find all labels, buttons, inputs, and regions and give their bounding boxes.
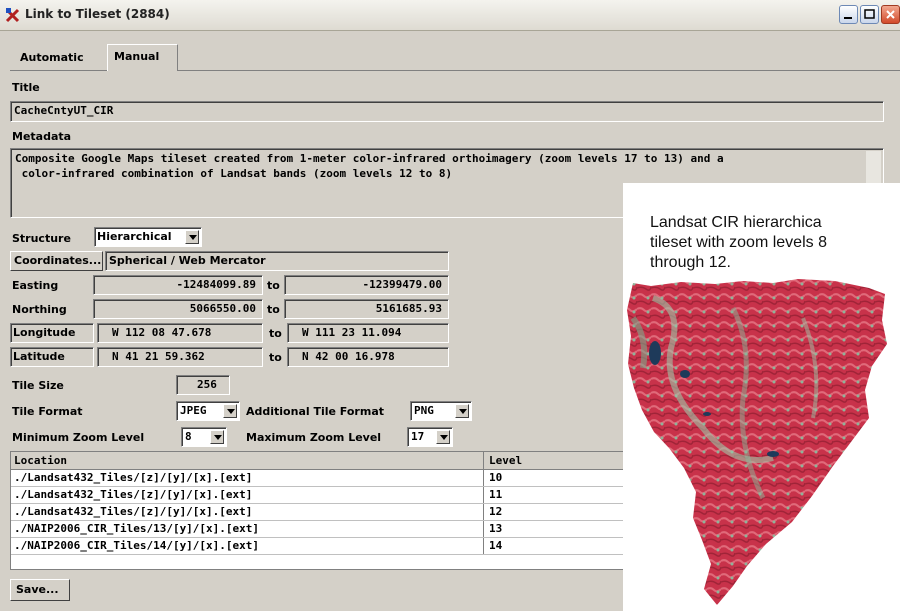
min-zoom-dropdown[interactable]: 8 [181, 427, 227, 447]
column-header-level[interactable]: Level [489, 454, 522, 467]
chevron-down-icon [185, 230, 199, 244]
level-cell: 13 [489, 522, 503, 535]
additional-tile-format-value: PNG [414, 404, 434, 417]
location-cell: ./Landsat432_Tiles/[z]/[y]/[x].[ext] [14, 488, 253, 501]
northing-to-input[interactable]: 5161685.93 [284, 299, 449, 319]
title-label: Title [12, 81, 40, 94]
title-bar[interactable]: Link to Tileset (2884) [0, 0, 900, 31]
max-zoom-dropdown[interactable]: 17 [407, 427, 453, 447]
coordinates-button-label: Coordinates... [14, 254, 102, 267]
location-cell: ./Landsat432_Tiles/[z]/[y]/[x].[ext] [14, 471, 253, 484]
latitude-label: Latitude [13, 350, 65, 363]
latitude-from-value: N 41 21 59.362 [112, 350, 205, 363]
tile-size-input[interactable]: 256 [176, 375, 230, 395]
maximize-icon [864, 9, 875, 19]
structure-value: Hierarchical [97, 230, 172, 243]
longitude-to-label: to [269, 327, 282, 340]
chevron-down-icon [436, 430, 450, 444]
easting-from-value: -12484099.89 [176, 278, 256, 291]
additional-tile-format-dropdown[interactable]: PNG [410, 401, 472, 421]
longitude-label: Longitude [13, 326, 76, 339]
max-zoom-value: 17 [411, 430, 425, 443]
latitude-from-field: N 41 21 59.362 [97, 347, 263, 367]
easting-to-value: -12399479.00 [362, 278, 442, 291]
tile-size-label: Tile Size [12, 379, 64, 392]
latitude-to-label: to [269, 351, 282, 364]
longitude-from-field: W 112 08 47.678 [97, 323, 263, 343]
coordinates-field: Spherical / Web Mercator [105, 251, 449, 271]
save-button-label: Save... [16, 583, 59, 596]
tile-format-value: JPEG [180, 404, 207, 417]
close-button[interactable] [881, 5, 900, 24]
northing-from-input[interactable]: 5066550.00 [93, 299, 263, 319]
coordinates-value: Spherical / Web Mercator [109, 254, 266, 267]
minimize-button[interactable] [839, 5, 858, 24]
chevron-down-icon [455, 404, 469, 418]
location-cell: ./NAIP2006_CIR_Tiles/13/[y]/[x].[ext] [14, 522, 260, 535]
latitude-to-value: N 42 00 16.978 [302, 350, 395, 363]
save-button[interactable]: Save... [10, 579, 70, 601]
chevron-down-icon [210, 430, 224, 444]
annotation-text: Landsat CIR hierarchica tileset with zoo… [650, 214, 827, 271]
longitude-to-value: W 111 23 11.094 [302, 326, 402, 339]
app-icon [5, 8, 20, 23]
title-input-value: CacheCntyUT_CIR [14, 104, 114, 117]
latitude-label-box: Latitude [10, 347, 94, 367]
longitude-to-field: W 111 23 11.094 [287, 323, 449, 343]
column-divider [483, 452, 484, 469]
longitude-from-value: W 112 08 47.678 [112, 326, 212, 339]
location-cell: ./Landsat432_Tiles/[z]/[y]/[x].[ext] [14, 505, 253, 518]
northing-from-value: 5066550.00 [189, 302, 256, 315]
location-cell: ./NAIP2006_CIR_Tiles/14/[y]/[x].[ext] [14, 539, 260, 552]
annotation-callout: Landsat CIR hierarchica tileset with zoo… [623, 183, 900, 611]
window-title: Link to Tileset (2884) [25, 7, 170, 21]
northing-label: Northing [12, 303, 67, 316]
easting-label: Easting [12, 279, 59, 292]
level-cell: 11 [489, 488, 503, 501]
level-cell: 12 [489, 505, 503, 518]
additional-tile-format-label: Additional Tile Format [246, 405, 384, 418]
structure-label: Structure [12, 232, 71, 245]
max-zoom-label: Maximum Zoom Level [246, 431, 382, 444]
metadata-line-2: color-infrared combination of Landsat ba… [15, 167, 453, 180]
title-input[interactable]: CacheCntyUT_CIR [10, 101, 884, 122]
level-cell: 14 [489, 539, 503, 552]
tab-manual[interactable]: Manual [107, 44, 178, 71]
level-cell: 10 [489, 471, 503, 484]
close-icon [886, 10, 895, 19]
min-zoom-label: Minimum Zoom Level [12, 431, 145, 444]
chevron-down-icon [223, 404, 237, 418]
structure-dropdown[interactable]: Hierarchical [94, 227, 202, 247]
northing-to-label: to [267, 303, 280, 316]
minimize-icon [844, 17, 852, 19]
coordinates-button[interactable]: Coordinates... [10, 251, 103, 271]
easting-to-input[interactable]: -12399479.00 [284, 275, 449, 295]
easting-to-label: to [267, 279, 280, 292]
tile-format-label: Tile Format [12, 405, 83, 418]
dialog-window: Link to Tileset (2884) Automatic Manual … [0, 0, 900, 611]
min-zoom-value: 8 [185, 430, 192, 443]
maximize-button[interactable] [860, 5, 879, 24]
metadata-label: Metadata [12, 130, 72, 143]
column-header-location[interactable]: Location [14, 454, 67, 467]
northing-to-value: 5161685.93 [375, 302, 442, 315]
tab-automatic[interactable]: Automatic [14, 46, 90, 70]
metadata-line-1: Composite Google Maps tileset created fr… [15, 152, 724, 165]
longitude-label-box: Longitude [10, 323, 94, 343]
tile-format-dropdown[interactable]: JPEG [176, 401, 240, 421]
latitude-to-field: N 42 00 16.978 [287, 347, 449, 367]
tile-size-value: 256 [197, 378, 217, 391]
landsat-cir-image [627, 279, 887, 605]
easting-from-input[interactable]: -12484099.89 [93, 275, 263, 295]
